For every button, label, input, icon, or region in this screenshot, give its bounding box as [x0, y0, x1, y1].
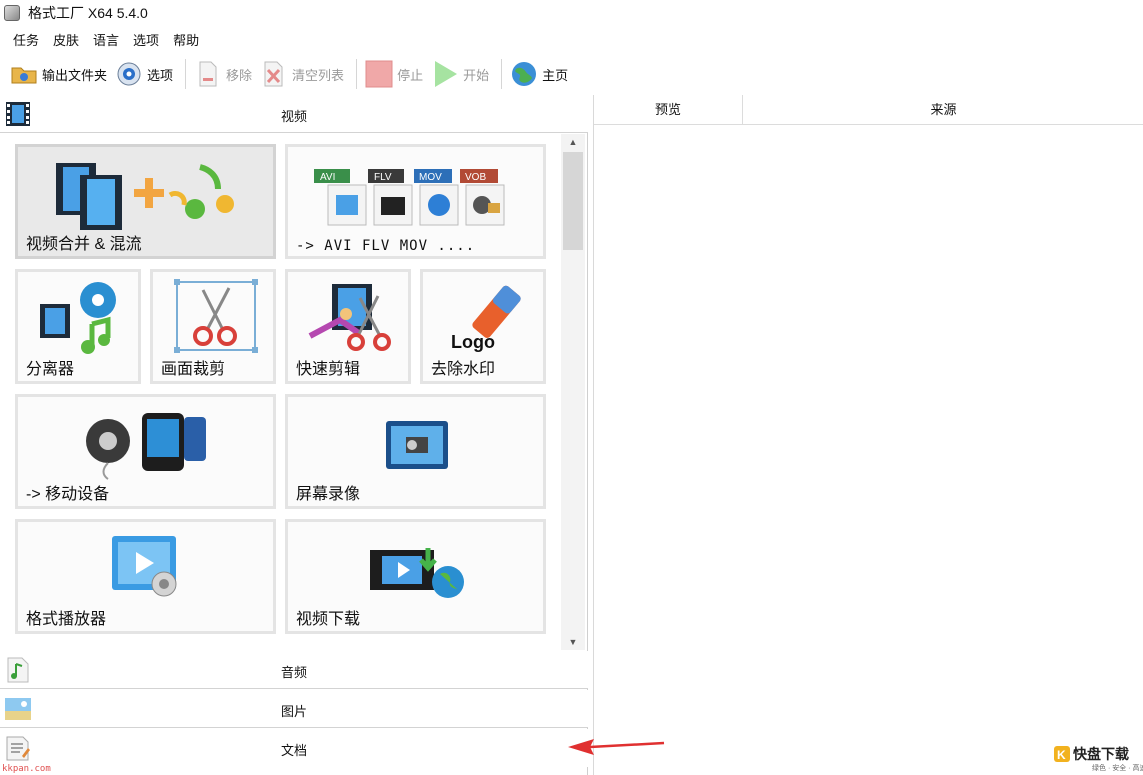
screen-record-icon	[386, 421, 448, 469]
menu-bar: 任务 皮肤 语言 选项 帮助	[0, 28, 206, 50]
watermark-right: K 快盘下载 绿色 · 安全 · 高速	[1054, 744, 1143, 772]
tile-screen-record-label: 屏幕录像	[296, 486, 361, 503]
section-video-header[interactable]: 视频	[0, 95, 588, 133]
toolbar-separator	[501, 59, 503, 89]
watermark-right-text: 快盘下载	[1073, 746, 1129, 762]
section-document-header[interactable]: 文档	[0, 729, 588, 767]
toolbar: 输出文件夹 选项 移除 清空列表 停止 开始 主页	[0, 54, 1143, 94]
section-image-label: 图片	[280, 704, 307, 719]
section-document-label: 文档	[280, 743, 307, 758]
menu-help[interactable]: 帮助	[166, 28, 206, 51]
start-label: 开始	[463, 67, 490, 83]
home-button[interactable]: 主页	[508, 57, 574, 91]
tile-mobile-device[interactable]: -> 移动设备	[15, 394, 276, 509]
tile-quick-cut-label: 快速剪辑	[296, 361, 361, 378]
scroll-thumb[interactable]	[563, 152, 583, 250]
title-bar: 格式工厂 X64 5.4.0	[0, 0, 1143, 26]
remove-label: 移除	[226, 67, 253, 83]
splitter-icon	[40, 282, 116, 354]
menu-options[interactable]: 选项	[126, 28, 166, 51]
video-tools-grid: 视频合并 & 混流 AVI FLV MOV VOB -> AVI FLV MOV…	[0, 134, 560, 650]
tile-scrollbar[interactable]: ▲ ▼	[561, 134, 585, 650]
tile-video-download[interactable]: 视频下载	[285, 519, 546, 634]
stop-label: 停止	[397, 67, 424, 83]
formats-icon: AVI FLV MOV VOB	[314, 169, 505, 226]
tile-mobile-label: -> 移动设备	[26, 486, 110, 503]
tile-player[interactable]: 格式播放器	[15, 519, 276, 634]
app-icon	[4, 5, 20, 21]
tile-remove-watermark-label: 去除水印	[431, 361, 496, 378]
menu-language[interactable]: 语言	[86, 28, 126, 51]
tile-splitter[interactable]: 分离器	[15, 269, 141, 384]
section-video-label: 视频	[280, 109, 307, 124]
tile-video-merge[interactable]: 视频合并 & 混流	[15, 144, 276, 259]
tile-crop[interactable]: 画面裁剪	[150, 269, 276, 384]
output-folder-label: 输出文件夹	[42, 67, 108, 83]
remove-file-icon	[194, 60, 222, 88]
svg-text:MOV: MOV	[419, 172, 442, 183]
annotation-arrow	[568, 739, 665, 755]
quick-cut-icon	[308, 284, 391, 351]
clear-list-icon	[260, 60, 288, 88]
toolbar-separator	[356, 59, 358, 89]
remove-button[interactable]: 移除	[192, 57, 258, 91]
gear-icon	[115, 60, 143, 88]
tile-remove-watermark[interactable]: Logo 去除水印	[420, 269, 546, 384]
window-title: 格式工厂 X64 5.4.0	[28, 5, 148, 21]
column-header-source[interactable]: 来源	[743, 95, 1143, 125]
svg-text:K: K	[1057, 748, 1066, 762]
section-image-header[interactable]: 图片	[0, 690, 588, 728]
kkpan-logo-icon: K	[1054, 746, 1070, 762]
output-folder-button[interactable]: 输出文件夹	[8, 57, 113, 91]
scissors-icon	[174, 279, 258, 353]
merge-icon	[56, 163, 234, 230]
tile-download-label: 视频下载	[296, 611, 361, 628]
tile-merge-label: 视频合并 & 混流	[26, 236, 142, 253]
section-audio-header[interactable]: 音频	[0, 651, 588, 689]
mobile-device-icon	[86, 413, 206, 480]
watermark-right-subtext: 绿色 · 安全 · 高速	[1092, 765, 1143, 772]
download-icon	[370, 548, 464, 598]
scroll-up-arrow-icon[interactable]: ▲	[561, 134, 585, 150]
options-label: 选项	[147, 67, 174, 83]
scroll-down-arrow-icon[interactable]: ▼	[561, 634, 585, 650]
player-icon	[112, 536, 177, 597]
stop-icon	[365, 60, 393, 88]
folder-icon	[10, 60, 38, 88]
svg-text:VOB: VOB	[465, 172, 486, 183]
tile-crop-label: 画面裁剪	[161, 361, 226, 378]
start-button[interactable]: 开始	[429, 57, 495, 91]
menu-task[interactable]: 任务	[6, 28, 46, 51]
play-icon	[431, 60, 459, 88]
stop-button[interactable]: 停止	[363, 57, 429, 91]
toolbar-separator	[185, 59, 187, 89]
globe-icon	[510, 60, 538, 88]
tile-player-label: 格式播放器	[26, 611, 107, 628]
tile-screen-record[interactable]: 屏幕录像	[285, 394, 546, 509]
tile-quick-cut[interactable]: 快速剪辑	[285, 269, 411, 384]
tile-format-convert[interactable]: AVI FLV MOV VOB -> AVI FLV MOV ....	[285, 144, 546, 259]
tile-formats-label: -> AVI FLV MOV ....	[296, 238, 476, 254]
task-list-panel: 预览 来源	[593, 95, 1143, 775]
tile-splitter-label: 分离器	[26, 361, 75, 378]
eraser-icon: Logo	[451, 285, 521, 352]
menu-skin[interactable]: 皮肤	[46, 28, 86, 51]
svg-text:FLV: FLV	[374, 172, 392, 183]
options-button[interactable]: 选项	[113, 57, 179, 91]
column-header-preview[interactable]: 预览	[594, 95, 743, 125]
home-label: 主页	[542, 67, 569, 83]
clear-list-label: 清空列表	[292, 67, 345, 83]
clear-list-button[interactable]: 清空列表	[258, 57, 350, 91]
svg-text:AVI: AVI	[320, 172, 335, 183]
section-audio-label: 音频	[280, 665, 307, 680]
watermark-left: kkpan.com	[2, 764, 51, 774]
